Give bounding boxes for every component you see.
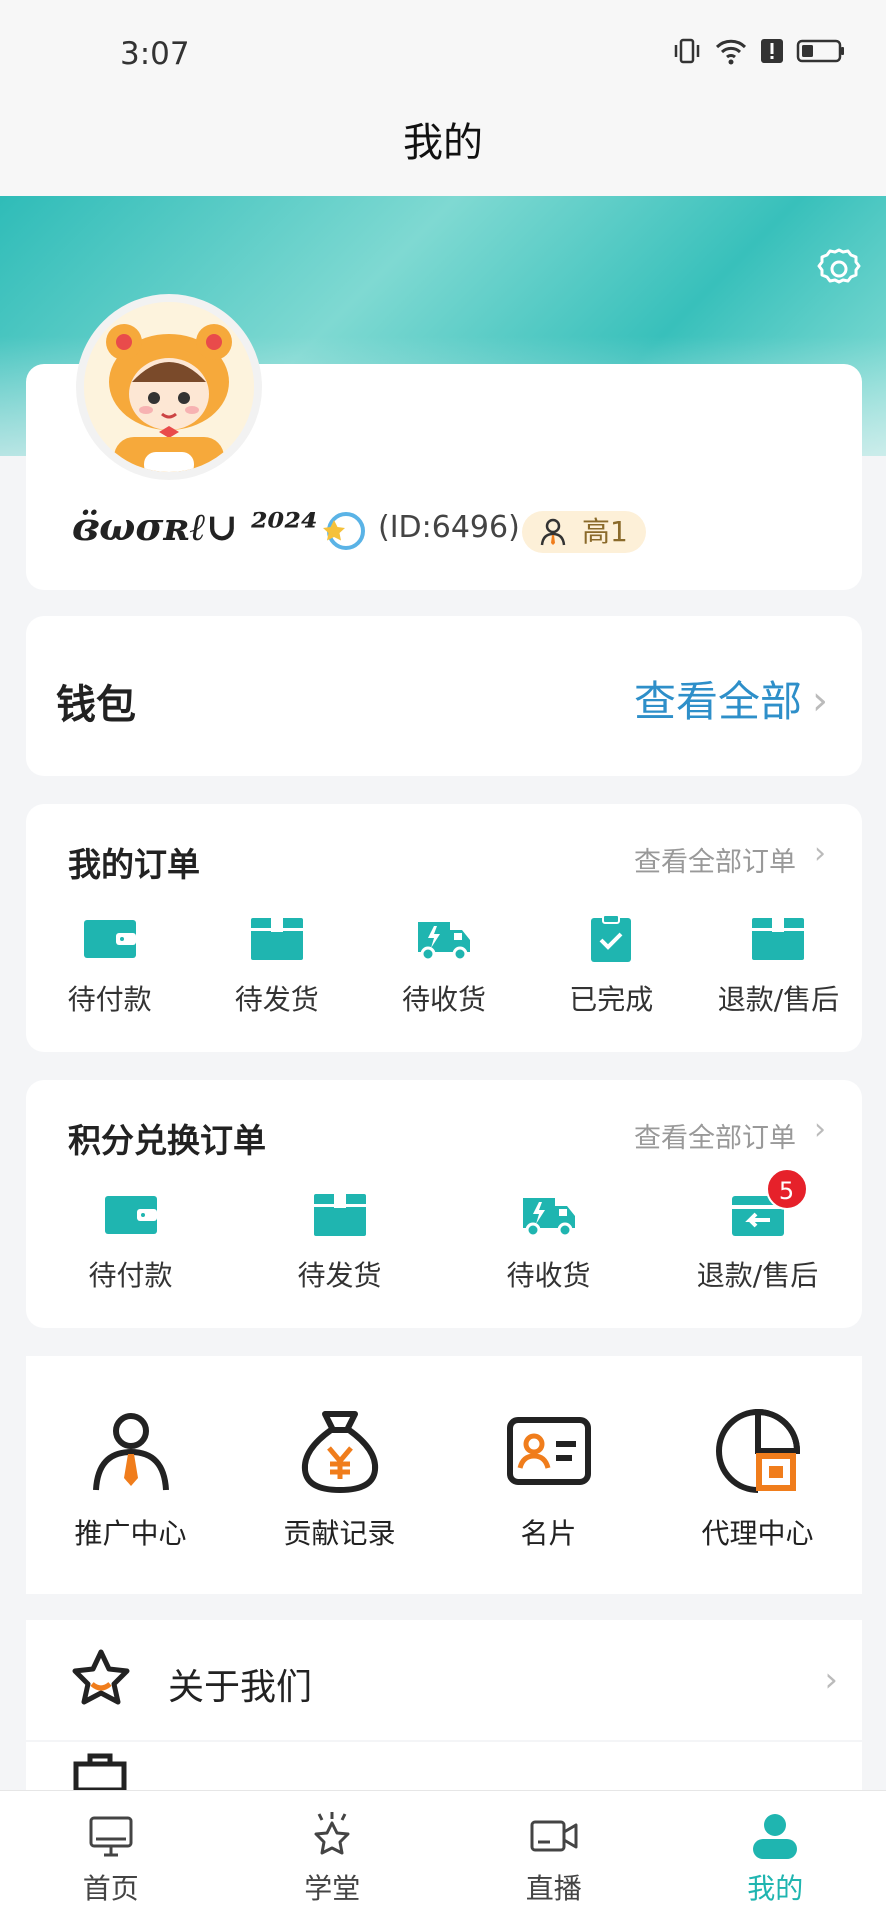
alert-icon bbox=[761, 39, 783, 63]
business-card-icon bbox=[506, 1417, 591, 1485]
about-us-row[interactable]: 关于我们 › bbox=[26, 1620, 862, 1740]
user-icon bbox=[753, 1814, 798, 1859]
truck-icon bbox=[418, 922, 470, 962]
tool-label: 代理中心 bbox=[701, 1517, 814, 1550]
level-text: 高1 bbox=[582, 515, 628, 548]
wallet-card[interactable]: 钱包 查看全部 › bbox=[26, 616, 862, 776]
wallet-icon bbox=[83, 920, 136, 958]
star-emblem-icon bbox=[323, 512, 365, 550]
exchange-status-pending-payment[interactable]: 待付款 bbox=[26, 1190, 235, 1294]
video-camera-icon bbox=[530, 1820, 578, 1852]
order-status-label: 退款/售后 bbox=[717, 983, 840, 1016]
monitor-icon bbox=[89, 1816, 133, 1857]
exchange-status-pending-shipment[interactable]: 待发货 bbox=[235, 1190, 444, 1294]
user-id: (ID:6496) bbox=[378, 510, 520, 545]
exchange-status-label: 待付款 bbox=[88, 1259, 173, 1292]
vibrate-icon bbox=[674, 38, 700, 64]
status-time: 3:07 bbox=[120, 36, 190, 72]
tab-academy[interactable]: 学堂 bbox=[222, 1791, 444, 1920]
order-status-label: 待收货 bbox=[402, 983, 487, 1016]
box-icon bbox=[313, 1194, 366, 1236]
battery-icon bbox=[796, 39, 844, 63]
chevron-right-icon: › bbox=[814, 836, 826, 871]
order-status-pending-shipment[interactable]: 待发货 bbox=[193, 914, 360, 1018]
tab-label: 学堂 bbox=[304, 1872, 361, 1905]
exchange-status-row: 待付款 待发货 待收货 5 退款/售后 bbox=[26, 1168, 862, 1294]
exchange-orders-view-all-link[interactable]: 查看全部订单 bbox=[634, 1116, 796, 1155]
wallet-view-all-link[interactable]: 查看全部 bbox=[634, 668, 802, 729]
level-badge: 高1 bbox=[522, 511, 646, 553]
refund-count-badge: 5 bbox=[765, 1168, 808, 1210]
tool-contribution-records[interactable]: 贡献记录 bbox=[235, 1406, 444, 1552]
status-icons bbox=[672, 36, 846, 66]
order-status-refund[interactable]: 退款/售后 bbox=[695, 914, 862, 1018]
tool-business-card[interactable]: 名片 bbox=[444, 1406, 653, 1552]
star-badge-icon bbox=[314, 1812, 350, 1855]
status-bar: 3:07 bbox=[0, 0, 886, 110]
wallet-icon bbox=[104, 1196, 157, 1234]
promoter-icon bbox=[92, 1413, 169, 1491]
exchange-status-label: 待收货 bbox=[506, 1259, 591, 1292]
order-status-label: 已完成 bbox=[569, 983, 654, 1016]
settings-gear-icon[interactable] bbox=[814, 244, 864, 294]
tab-label: 我的 bbox=[747, 1872, 804, 1905]
tab-home[interactable]: 首页 bbox=[0, 1791, 222, 1920]
exchange-status-label: 待发货 bbox=[297, 1259, 382, 1292]
clipboard-check-icon bbox=[591, 914, 632, 962]
box-icon bbox=[752, 918, 805, 960]
truck-icon bbox=[522, 1198, 575, 1238]
orders-title: 我的订单 bbox=[68, 845, 200, 884]
chevron-right-icon: › bbox=[824, 1660, 838, 1700]
orders-view-all-link[interactable]: 查看全部订单 bbox=[634, 840, 796, 879]
page-title: 我的 bbox=[0, 110, 886, 196]
tab-mine[interactable]: 我的 bbox=[665, 1791, 886, 1920]
exchange-orders-title: 积分兑换订单 bbox=[68, 1121, 266, 1160]
tool-label: 名片 bbox=[520, 1517, 577, 1550]
order-status-label: 待付款 bbox=[67, 983, 152, 1016]
tool-label: 贡献记录 bbox=[283, 1517, 396, 1550]
tool-label: 推广中心 bbox=[74, 1517, 187, 1550]
tab-label: 首页 bbox=[82, 1872, 139, 1905]
my-orders-card: 我的订单 查看全部订单 › 待付款 待发货 待收货 已完成 退款/售后 bbox=[26, 804, 862, 1052]
briefcase-icon bbox=[73, 1753, 127, 1790]
box-icon bbox=[250, 918, 303, 960]
exchange-status-refund[interactable]: 5 退款/售后 bbox=[653, 1168, 862, 1294]
orders-status-row: 待付款 待发货 待收货 已完成 退款/售后 bbox=[26, 914, 862, 1018]
exchange-status-label: 退款/售后 bbox=[696, 1259, 819, 1292]
tab-live[interactable]: 直播 bbox=[443, 1791, 665, 1920]
about-us-label: 关于我们 bbox=[168, 1667, 313, 1708]
tab-label: 直播 bbox=[525, 1872, 582, 1905]
chevron-right-icon: › bbox=[812, 678, 828, 724]
order-status-completed[interactable]: 已完成 bbox=[528, 914, 695, 1018]
order-status-pending-receipt[interactable]: 待收货 bbox=[360, 914, 527, 1018]
wallet-title: 钱包 bbox=[56, 682, 136, 728]
avatar[interactable] bbox=[76, 294, 262, 480]
bottom-tab-bar: 首页 学堂 直播 我的 bbox=[0, 1790, 886, 1920]
tools-row: 推广中心 贡献记录 名片 代理中心 bbox=[26, 1406, 862, 1552]
exchange-status-pending-receipt[interactable]: 待收货 bbox=[444, 1190, 653, 1294]
tool-agent-center[interactable]: 代理中心 bbox=[653, 1406, 862, 1552]
money-bag-icon bbox=[301, 1411, 378, 1493]
points-exchange-orders-card: 积分兑换订单 查看全部订单 › 待付款 待发货 待收货 5 退款/售后 bbox=[26, 1080, 862, 1328]
username: ɞ̈ωσʀℓ∪ ²⁰²⁴ bbox=[72, 504, 318, 549]
chevron-right-icon: › bbox=[814, 1112, 826, 1147]
avatar-image bbox=[84, 302, 254, 472]
star-smile-icon bbox=[72, 1649, 130, 1705]
tool-promotion-center[interactable]: 推广中心 bbox=[26, 1406, 235, 1552]
tools-card: 推广中心 贡献记录 名片 代理中心 bbox=[26, 1356, 862, 1594]
order-status-pending-payment[interactable]: 待付款 bbox=[26, 914, 193, 1018]
wifi-icon bbox=[715, 39, 747, 65]
person-level-icon bbox=[540, 518, 566, 546]
agent-icon bbox=[715, 1408, 800, 1493]
order-status-label: 待发货 bbox=[234, 983, 319, 1016]
